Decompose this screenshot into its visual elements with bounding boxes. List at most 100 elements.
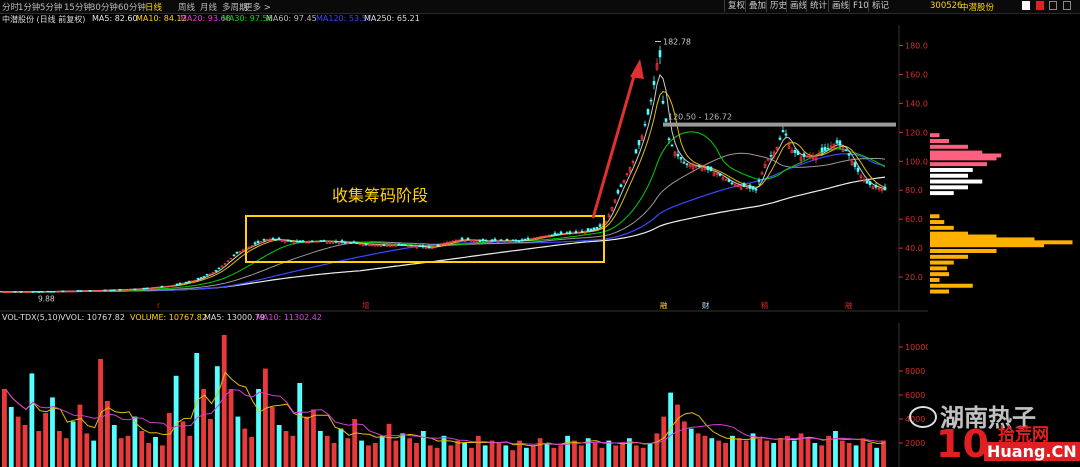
candle-body: [820, 147, 824, 153]
volume-bar: [434, 447, 440, 467]
volume-bar: [860, 438, 866, 467]
price-tick-label: 120.0: [905, 128, 928, 137]
candle-body: [19, 291, 23, 293]
chip-bar: [930, 272, 949, 277]
candle-body: [262, 239, 266, 241]
volume-bar: [249, 437, 255, 467]
volume-tick-label: 8000: [905, 367, 925, 376]
chip-bar: [930, 289, 949, 294]
candle-body: [274, 238, 278, 241]
volume-bar: [867, 443, 873, 467]
period-tab[interactable]: 周线: [178, 1, 195, 13]
volume-bar: [297, 383, 303, 467]
candle-body: [505, 238, 509, 242]
volume-bar: [56, 431, 62, 467]
toolbar-button[interactable]: 标记: [868, 0, 892, 12]
candle-body: [112, 289, 116, 291]
event-marker: 增: [362, 300, 370, 310]
peak-label: 182.78: [663, 37, 691, 46]
volume-bar: [599, 447, 605, 467]
volume-bar: [36, 431, 42, 467]
candle-body: [796, 151, 800, 156]
volume-bar: [675, 404, 680, 467]
candle-body: [484, 239, 488, 242]
volume-bar: [812, 443, 818, 467]
volume-bar: [269, 407, 275, 467]
volume-bar: [613, 445, 619, 467]
period-tab[interactable]: 15分钟: [64, 1, 92, 13]
period-tab[interactable]: 5分钟: [40, 1, 62, 13]
candle-body: [589, 228, 593, 231]
volume-bar: [702, 435, 708, 467]
volume-bar: [881, 440, 886, 467]
candle-body: [403, 244, 407, 246]
candle-body: [49, 291, 53, 293]
price-tick-label: 60.0: [905, 215, 923, 224]
candle-body: [658, 50, 662, 58]
flag-icon[interactable]: [1022, 1, 1030, 10]
period-tab[interactable]: 月线: [200, 1, 217, 13]
volume-bar: [736, 438, 742, 467]
period-tab[interactable]: 更多 >: [244, 1, 271, 13]
candle-body: [232, 254, 236, 257]
candle-body: [838, 140, 842, 146]
volume-bar: [427, 445, 433, 467]
candle-body: [109, 289, 113, 292]
volume-chart[interactable]: 200040006000800010000: [0, 323, 928, 467]
volume-bar: [359, 440, 364, 467]
volume-bar: [778, 438, 783, 467]
candle-body: [310, 240, 314, 243]
candle-body: [697, 165, 701, 167]
volume-bar: [29, 373, 35, 467]
volume-bar: [805, 438, 811, 467]
candle-body: [634, 149, 638, 154]
volume-bar: [530, 445, 536, 467]
candle-body: [727, 179, 731, 182]
candle-body: [322, 240, 326, 242]
chip-bar: [930, 260, 954, 265]
period-tab[interactable]: 30分钟: [90, 1, 118, 13]
candle-body: [511, 239, 515, 242]
candle-body: [835, 140, 839, 144]
chip-bar: [930, 144, 968, 149]
candle-body: [301, 240, 305, 243]
candle-body: [364, 243, 368, 246]
window-icon[interactable]: [1063, 1, 1072, 10]
volume-bar: [839, 440, 845, 467]
period-tab[interactable]: 60分钟: [118, 1, 146, 13]
toolbar-button[interactable]: 统计: [806, 0, 830, 12]
price-chart[interactable]: 20.0 40.0 60.0 80.0 100.0 120.0 140.0 160.0 180.…: [0, 25, 928, 312]
candle-body: [34, 290, 38, 293]
volume-bar: [345, 438, 351, 467]
toolbar-icons[interactable]: [1022, 1, 1072, 13]
candle-body: [343, 242, 347, 244]
period-tab[interactable]: 日线: [145, 1, 162, 13]
volume-bar: [784, 435, 790, 467]
candle-body: [520, 239, 524, 241]
candle-body: [595, 226, 599, 229]
period-tab[interactable]: 分时: [2, 1, 19, 13]
candle-body: [724, 179, 728, 181]
candle-body: [574, 231, 578, 233]
volume-bar: [194, 353, 200, 467]
volume-bar: [283, 431, 289, 467]
candle-body: [676, 153, 680, 157]
candle-body: [409, 244, 413, 247]
volume-bar: [111, 425, 117, 467]
candle-body: [478, 240, 482, 242]
candle-body: [142, 287, 146, 290]
period-tab[interactable]: 1分钟: [18, 1, 40, 13]
range-label: 120.50 - 126.72: [668, 113, 732, 122]
candle-body: [493, 238, 497, 242]
volume-bar: [324, 435, 330, 467]
volume-bar: [125, 435, 131, 467]
ma-info-bar: 中潜股份 (日线 前复权) MA5: 82.60 MA10: 84.12 MA20: …: [0, 14, 928, 25]
fullscreen-icon[interactable]: [1049, 1, 1058, 10]
candle-body: [499, 239, 503, 242]
volume-bar: [379, 435, 385, 467]
red-flag-icon[interactable]: [1035, 1, 1044, 10]
volume-bar: [2, 389, 7, 467]
volume-bar: [523, 447, 529, 467]
volume-bar: [537, 438, 543, 467]
chip-bar: [930, 220, 945, 225]
